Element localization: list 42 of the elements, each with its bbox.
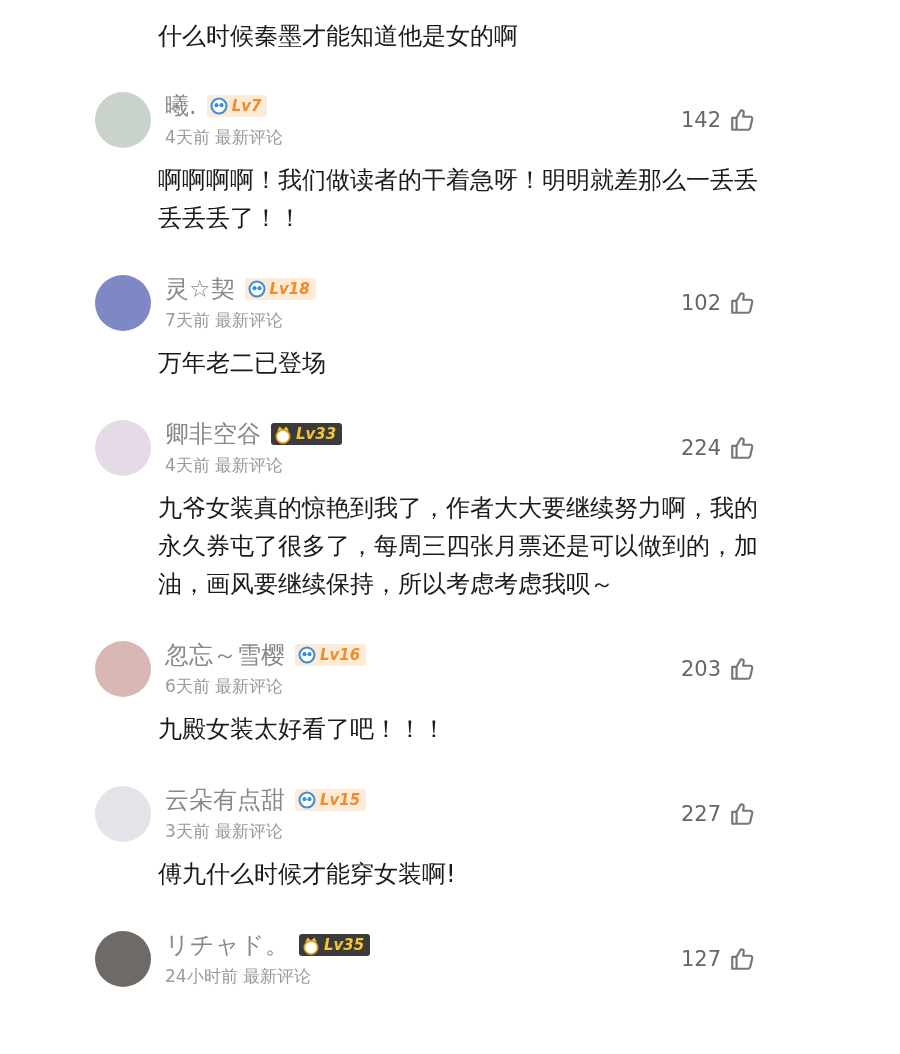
comment-text: 啊啊啊啊！我们做读者的干着急呀！明明就差那么一丢丢丢丢丢了！！	[158, 165, 758, 234]
level-badge: Lv7	[206, 95, 268, 117]
comment-meta: 7天前 最新评论	[165, 309, 285, 332]
thumbs-up-icon[interactable]	[729, 655, 755, 682]
mascot-icon	[208, 96, 229, 116]
username[interactable]: 忽忘～雪樱	[165, 639, 285, 671]
crown-mascot-icon	[301, 935, 321, 955]
mascot-icon	[297, 790, 317, 810]
thumbs-up-icon[interactable]	[729, 800, 755, 827]
username[interactable]: 灵☆契	[165, 273, 235, 305]
username[interactable]: リチャド。	[165, 929, 289, 961]
like-count: 142	[680, 107, 721, 132]
mascot-icon	[297, 645, 317, 665]
like-count: 227	[680, 801, 721, 826]
thumbs-up-icon[interactable]	[729, 945, 755, 972]
level-badge: Lv15	[295, 789, 367, 811]
level-badge: Lv18	[244, 278, 316, 300]
like-count: 102	[680, 290, 721, 315]
comment-meta: 4天前 最新评论	[165, 454, 285, 477]
comment-text: 傅九什么时候才能穿女装啊!	[158, 859, 457, 890]
thumbs-up-icon[interactable]	[729, 106, 755, 133]
username[interactable]: 曦.	[165, 90, 197, 122]
level-badge: Lv16	[295, 644, 367, 666]
thumbs-up-icon[interactable]	[729, 434, 755, 461]
comment-text: 万年老二已登场	[158, 348, 327, 379]
comment-meta: 3天前 最新评论	[165, 820, 285, 843]
username[interactable]: 卿非空谷	[165, 418, 261, 450]
comment-meta: 24小时前 最新评论	[165, 965, 313, 988]
comment-text: 九殿女装太好看了吧！！！	[158, 714, 447, 745]
like-count: 127	[680, 946, 721, 971]
thumbs-up-icon[interactable]	[729, 289, 755, 316]
username[interactable]: 云朵有点甜	[165, 784, 285, 816]
crown-mascot-icon	[273, 424, 293, 444]
comment-meta: 6天前 最新评论	[165, 675, 285, 698]
mascot-icon	[246, 279, 267, 299]
level-badge: Lv35	[299, 934, 371, 956]
comment-text: 九爷女装真的惊艳到我了，作者大大要继续努力啊，我的永久券屯了很多了，每周三四张月票还是可以做到的，加油，画风要继续保持，所以考虑考虑我呗～	[158, 493, 758, 600]
comment-meta: 4天前 最新评论	[165, 126, 284, 149]
comment-text: 什么时候秦墨才能知道他是女的啊	[158, 21, 519, 52]
level-badge: Lv33	[271, 423, 343, 445]
like-count: 203	[680, 656, 721, 681]
like-count: 224	[680, 435, 721, 460]
